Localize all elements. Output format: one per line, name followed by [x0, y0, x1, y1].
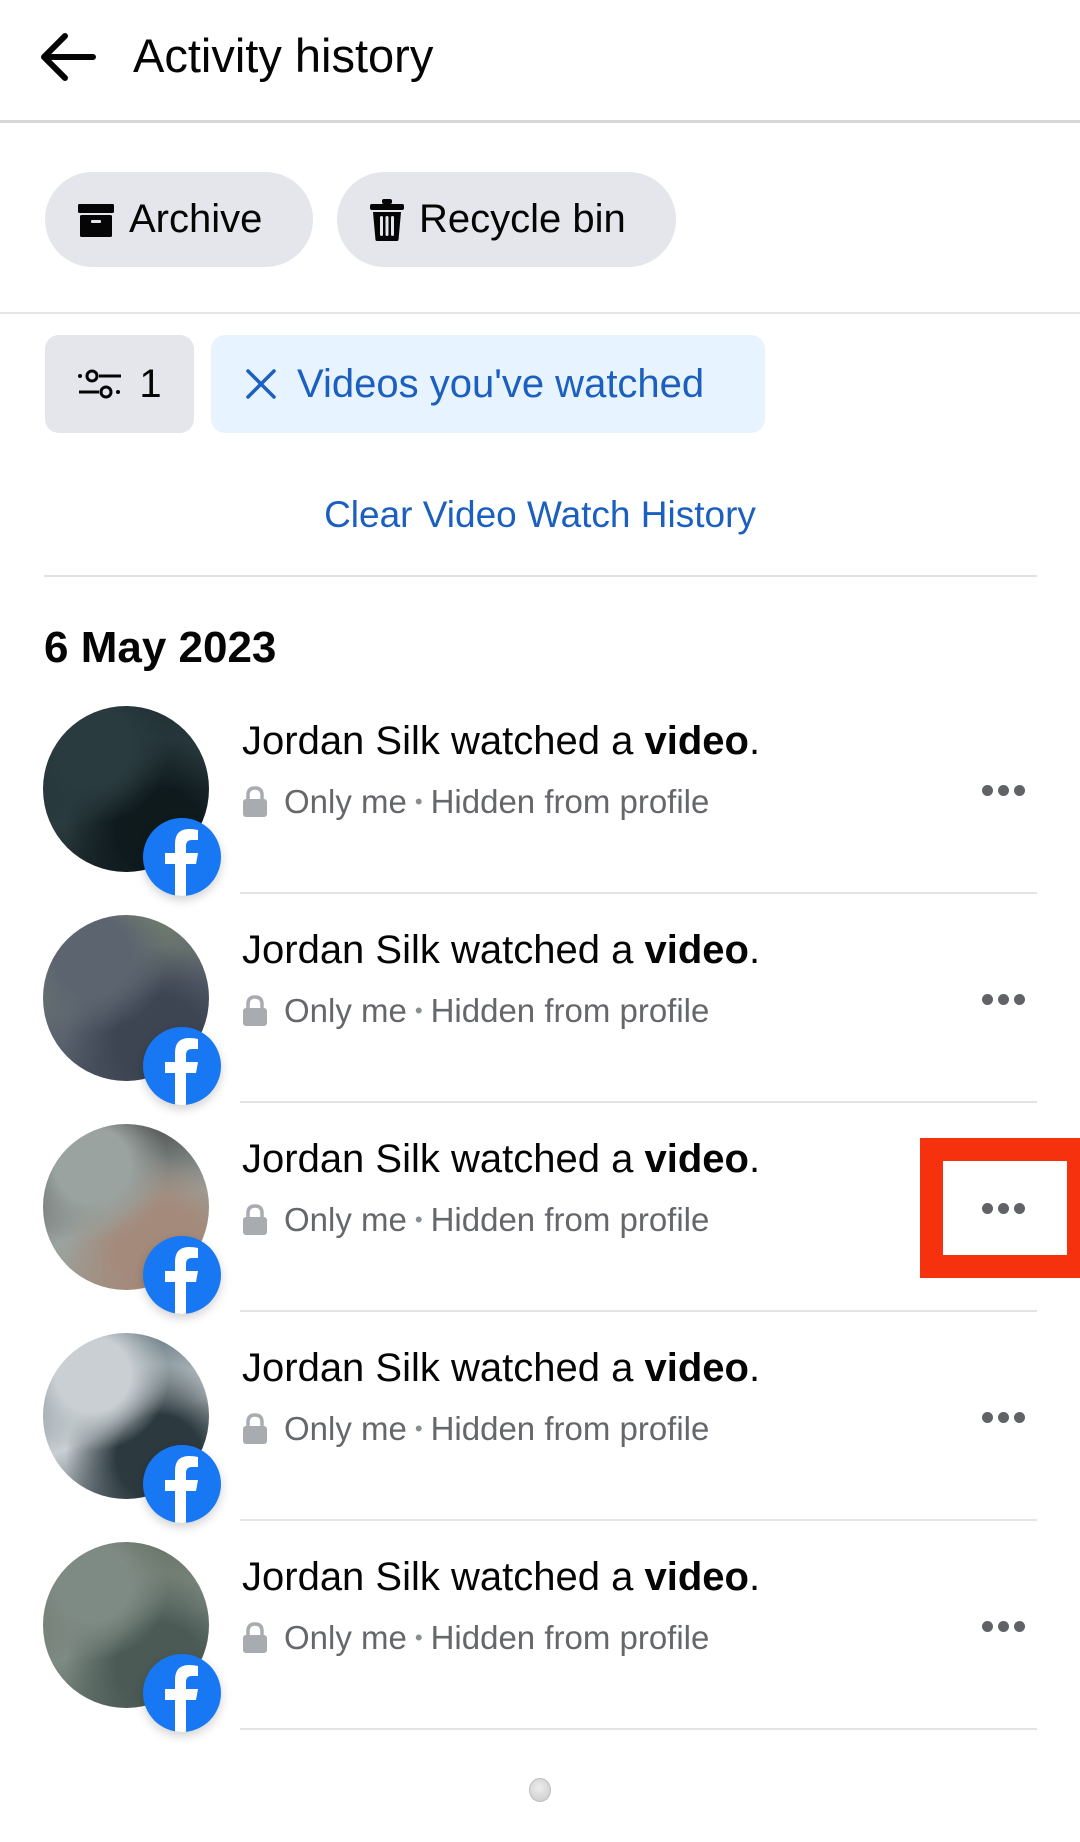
more-options-button[interactable] [963, 969, 1043, 1029]
recycle-bin-button[interactable]: Recycle bin [337, 172, 676, 267]
more-horizontal-icon [981, 1202, 1025, 1214]
row-divider [240, 1728, 1037, 1730]
app-header: Activity history [0, 0, 1080, 123]
list-item[interactable]: Jordan Silk watched a video. Only me • H… [0, 1312, 1080, 1523]
filter-count: 1 [139, 361, 162, 406]
divider [44, 575, 1037, 577]
more-options-button[interactable] [963, 1596, 1043, 1656]
visibility-label: Hidden from profile [430, 1410, 710, 1447]
more-options-button[interactable] [963, 1178, 1043, 1238]
lock-icon [242, 1204, 268, 1236]
suffix-text: . [748, 928, 761, 972]
recycle-bin-label: Recycle bin [419, 197, 626, 241]
more-options-button[interactable] [963, 760, 1043, 820]
separator: • [414, 789, 423, 814]
action-text: watched a [439, 1555, 645, 1599]
visibility-label: Hidden from profile [430, 1201, 710, 1238]
privacy-label: Only me [284, 783, 407, 820]
activity-title: Jordan Silk watched a video. [242, 1135, 760, 1183]
more-horizontal-icon [981, 1620, 1025, 1632]
list-item[interactable]: Jordan Silk watched a video. Only me • H… [0, 685, 1080, 896]
activity-title: Jordan Silk watched a video. [242, 926, 760, 974]
privacy-label: Only me [284, 1410, 407, 1447]
activity-meta: Only me • Hidden from profile [242, 782, 709, 822]
action-text: watched a [439, 1346, 645, 1390]
facebook-icon [143, 1654, 221, 1732]
lock-icon [242, 1622, 268, 1654]
privacy-label: Only me [284, 992, 407, 1029]
action-text: watched a [439, 928, 645, 972]
actor-name: Jordan Silk [242, 1346, 440, 1390]
more-horizontal-icon [981, 993, 1025, 1005]
actor-name: Jordan Silk [242, 928, 440, 972]
filter-chip-videos-watched[interactable]: Videos you've watched [211, 335, 765, 433]
separator: • [414, 1416, 423, 1441]
activity-meta: Only me • Hidden from profile [242, 1618, 709, 1658]
filter-button[interactable]: 1 [45, 335, 194, 433]
trash-icon [369, 198, 405, 242]
facebook-icon [143, 1236, 221, 1314]
visibility-label: Hidden from profile [430, 783, 710, 820]
archive-label: Archive [129, 197, 263, 241]
suffix-text: . [748, 1137, 761, 1181]
actor-name: Jordan Silk [242, 1555, 440, 1599]
visibility-label: Hidden from profile [430, 992, 710, 1029]
list-item[interactable]: Jordan Silk watched a video. Only me • H… [0, 1103, 1080, 1314]
clear-watch-history-container: Clear Video Watch History [0, 490, 1080, 540]
list-item[interactable]: Jordan Silk watched a video. Only me • H… [0, 1521, 1080, 1732]
activity-meta: Only me • Hidden from profile [242, 1409, 709, 1449]
suffix-text: . [748, 1346, 761, 1390]
archive-button[interactable]: Archive [45, 172, 313, 267]
clear-watch-history-link[interactable]: Clear Video Watch History [324, 494, 756, 535]
action-text: watched a [439, 1137, 645, 1181]
separator: • [414, 998, 423, 1023]
actor-name: Jordan Silk [242, 1137, 440, 1181]
arrow-left-icon [41, 33, 96, 81]
object-link[interactable]: video [644, 1555, 748, 1599]
back-button[interactable] [30, 22, 106, 92]
object-link[interactable]: video [644, 928, 748, 972]
object-link[interactable]: video [644, 719, 748, 763]
more-horizontal-icon [981, 1411, 1025, 1423]
facebook-icon [143, 1027, 221, 1105]
actor-name: Jordan Silk [242, 719, 440, 763]
separator: • [414, 1625, 423, 1650]
privacy-label: Only me [284, 1201, 407, 1238]
action-text: watched a [439, 719, 645, 763]
sliders-icon [78, 369, 122, 399]
lock-icon [242, 995, 268, 1027]
activity-meta: Only me • Hidden from profile [242, 1200, 709, 1240]
suffix-text: . [748, 719, 761, 763]
object-link[interactable]: video [644, 1346, 748, 1390]
activity-meta: Only me • Hidden from profile [242, 991, 709, 1031]
activity-title: Jordan Silk watched a video. [242, 1553, 760, 1601]
close-icon[interactable] [245, 368, 277, 400]
facebook-icon [143, 818, 221, 896]
lock-icon [242, 786, 268, 818]
filter-chip-label: Videos you've watched [297, 361, 705, 406]
privacy-label: Only me [284, 1619, 407, 1656]
activity-title: Jordan Silk watched a video. [242, 1344, 760, 1392]
more-horizontal-icon [981, 784, 1025, 796]
visibility-label: Hidden from profile [430, 1619, 710, 1656]
list-item[interactable]: Jordan Silk watched a video. Only me • H… [0, 894, 1080, 1105]
object-link[interactable]: video [644, 1137, 748, 1181]
page-title: Activity history [133, 29, 434, 82]
divider [0, 312, 1080, 314]
section-date: 6 May 2023 [44, 623, 277, 672]
separator: • [414, 1207, 423, 1232]
more-options-button[interactable] [963, 1387, 1043, 1447]
loading-indicator [529, 1778, 551, 1802]
facebook-icon [143, 1445, 221, 1523]
activity-title: Jordan Silk watched a video. [242, 717, 760, 765]
archive-box-icon [77, 201, 115, 239]
lock-icon [242, 1413, 268, 1445]
suffix-text: . [748, 1555, 761, 1599]
